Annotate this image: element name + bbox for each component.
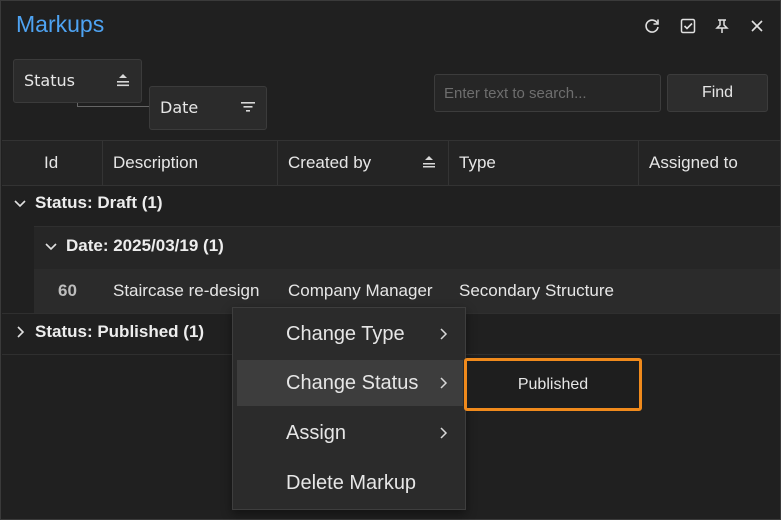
column-header-type[interactable]: Type bbox=[449, 141, 639, 185]
menu-item-label: Assign bbox=[286, 421, 347, 444]
chevron-right-icon bbox=[440, 377, 448, 389]
sort-ascending-icon[interactable] bbox=[115, 73, 131, 87]
column-header-created-by[interactable]: Created by bbox=[278, 141, 449, 185]
context-menu: Change Type Change Status Assign Delete … bbox=[232, 307, 466, 510]
group-label: Status: Draft (1) bbox=[35, 193, 163, 212]
chevron-right-icon bbox=[440, 328, 448, 340]
chevron-right-icon bbox=[440, 427, 448, 439]
group-chip-label: Date bbox=[160, 98, 199, 117]
cell-type: Secondary Structure bbox=[459, 281, 614, 300]
close-button[interactable] bbox=[746, 15, 768, 37]
group-row-status-published[interactable]: Status: Published (1) bbox=[13, 322, 204, 342]
table-header: Id Description Created by Type Assigned … bbox=[2, 140, 780, 186]
column-header-assigned-to[interactable]: Assigned to bbox=[639, 141, 780, 185]
menu-item-label: Change Status bbox=[286, 371, 419, 394]
menu-item-change-type[interactable]: Change Type bbox=[237, 311, 463, 357]
select-all-button[interactable] bbox=[677, 15, 699, 37]
refresh-button[interactable] bbox=[641, 15, 663, 37]
group-label: Date: 2025/03/19 (1) bbox=[66, 236, 224, 255]
menu-item-change-status[interactable]: Change Status bbox=[237, 360, 463, 406]
search-input[interactable] bbox=[434, 74, 661, 112]
select-all-icon bbox=[680, 18, 696, 34]
submenu-item-published[interactable]: Published bbox=[464, 358, 642, 411]
group-row-date[interactable]: Date: 2025/03/19 (1) bbox=[44, 236, 224, 256]
pin-button[interactable] bbox=[711, 15, 733, 37]
menu-item-label: Delete Markup bbox=[286, 471, 417, 494]
cell-id: 60 bbox=[58, 281, 77, 300]
filter-lines-icon[interactable] bbox=[240, 100, 256, 114]
group-row-status-draft[interactable]: Status: Draft (1) bbox=[13, 193, 163, 213]
group-chip-label: Status bbox=[24, 71, 75, 90]
column-header-label: Created by bbox=[288, 153, 372, 172]
group-chip-date[interactable]: Date bbox=[149, 86, 267, 130]
panel-title: Markups bbox=[16, 11, 105, 37]
group-chip-status[interactable]: Status bbox=[13, 59, 142, 103]
refresh-icon bbox=[645, 19, 659, 33]
menu-item-assign[interactable]: Assign bbox=[237, 410, 463, 456]
chevron-right-icon[interactable] bbox=[13, 325, 27, 339]
group-label: Status: Published (1) bbox=[35, 322, 205, 341]
chevron-down-icon[interactable] bbox=[44, 239, 58, 253]
menu-item-delete-markup[interactable]: Delete Markup bbox=[237, 460, 463, 506]
find-button[interactable]: Find bbox=[667, 74, 768, 112]
pin-icon bbox=[715, 19, 729, 33]
sort-ascending-icon bbox=[423, 156, 435, 168]
menu-item-label: Change Type bbox=[286, 322, 405, 345]
chevron-down-icon[interactable] bbox=[13, 196, 27, 210]
close-icon bbox=[751, 20, 763, 32]
column-header-id[interactable]: Id bbox=[2, 141, 103, 185]
column-header-description[interactable]: Description bbox=[103, 141, 278, 185]
